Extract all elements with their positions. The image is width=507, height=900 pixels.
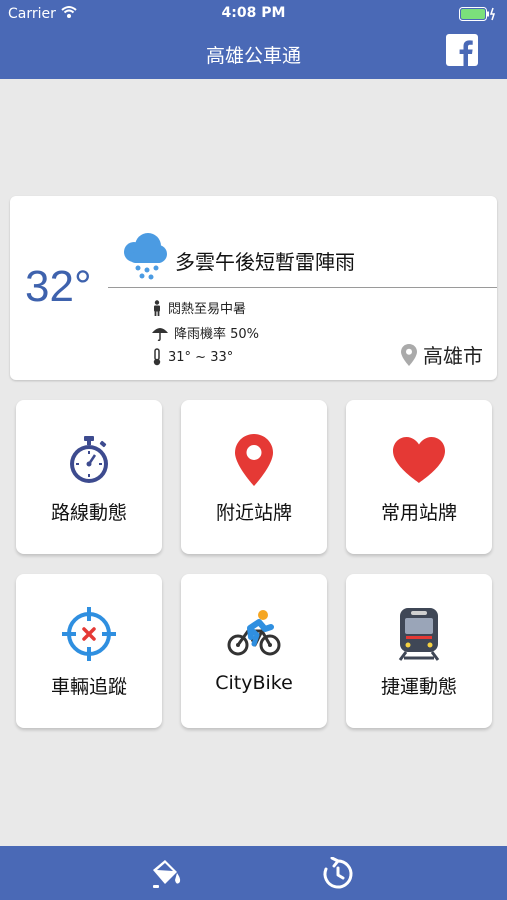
heart-icon	[393, 437, 445, 483]
umbrella-icon	[152, 327, 168, 341]
rain-chance-text: 降雨機率 50%	[174, 327, 260, 342]
rain-row: 降雨機率 50%	[151, 323, 259, 342]
temp-range-text: 31° ~ 33°	[168, 349, 234, 365]
nearby-stops-button[interactable]: 附近站牌	[181, 400, 327, 554]
person-icon	[154, 299, 160, 316]
metro-train-icon	[398, 608, 440, 661]
thermometer-icon	[153, 348, 161, 366]
weather-card: 32° 多雲午後短暫雷陣雨 悶熱至易中暑 降雨機率 50% 31° ~ 33° …	[10, 196, 497, 380]
location-pin-icon	[401, 343, 417, 366]
citybike-label: CityBike	[215, 672, 293, 694]
theme-paint-button[interactable]	[146, 856, 186, 892]
temp-range-row: 31° ~ 33°	[151, 348, 233, 366]
rain-cloud-icon	[124, 233, 167, 280]
crosshair-icon	[62, 607, 116, 661]
facebook-icon[interactable]	[446, 34, 478, 66]
route-status-label: 路線動態	[50, 502, 127, 524]
map-pin-icon	[235, 434, 273, 486]
route-status-button[interactable]: 路線動態	[16, 400, 162, 554]
vehicle-tracking-button[interactable]: 車輛追蹤	[16, 574, 162, 728]
location[interactable]: 高雄市	[401, 340, 483, 369]
metro-status-label: 捷運動態	[380, 676, 457, 698]
favorite-stops-label: 常用站牌	[380, 502, 457, 524]
bottom-toolbar	[0, 846, 507, 900]
weather-description: 多雲午後短暫雷陣雨	[175, 250, 355, 274]
status-bar: Carrier 4:08 PM	[0, 0, 507, 28]
nav-bar: 高雄公車通	[0, 28, 507, 79]
history-button[interactable]	[318, 856, 358, 892]
weather-divider	[108, 287, 497, 288]
city-name: 高雄市	[423, 344, 483, 368]
stopwatch-icon	[70, 436, 108, 483]
paint-bucket-icon	[153, 860, 181, 888]
metro-status-button[interactable]: 捷運動態	[346, 574, 492, 728]
favorite-stops-button[interactable]: 常用站牌	[346, 400, 492, 554]
history-clock-icon	[323, 857, 353, 889]
temperature: 32°	[25, 262, 92, 311]
battery-icon	[459, 7, 496, 21]
cyclist-icon	[227, 610, 281, 656]
page-title: 高雄公車通	[205, 45, 301, 67]
vehicle-tracking-label: 車輛追蹤	[50, 676, 127, 698]
nearby-stops-label: 附近站牌	[215, 502, 292, 524]
status-time: 4:08 PM	[221, 5, 286, 21]
comfort-row: 悶熱至易中暑	[151, 298, 246, 317]
citybike-button[interactable]: CityBike	[181, 574, 327, 728]
comfort-text: 悶熱至易中暑	[168, 302, 247, 317]
